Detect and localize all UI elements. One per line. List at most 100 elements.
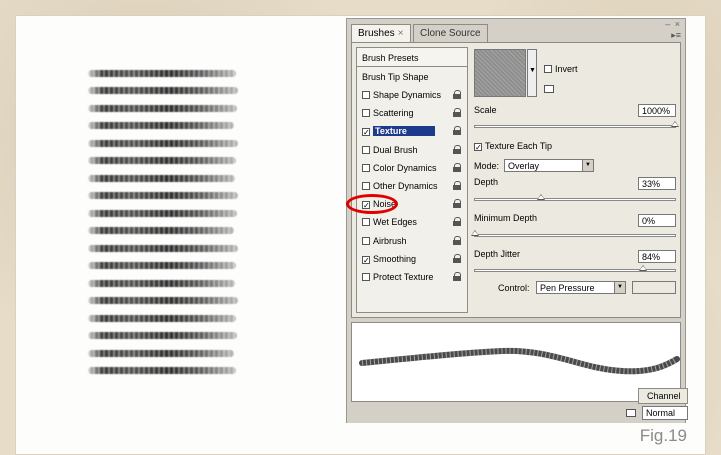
lock-icon[interactable]: [453, 126, 461, 136]
panel-menu-icon[interactable]: ▸≡: [671, 30, 681, 41]
brush-option-item[interactable]: Dual Brush: [357, 142, 467, 160]
invert-label: Invert: [555, 64, 578, 74]
lock-icon[interactable]: [453, 108, 461, 118]
depth-jitter-value-field[interactable]: 84%: [638, 250, 676, 263]
option-checkbox[interactable]: [362, 91, 370, 99]
invert-checkbox[interactable]: Invert: [544, 64, 578, 74]
lock-icon[interactable]: [453, 271, 461, 281]
option-checkbox[interactable]: [362, 163, 370, 172]
texture-each-tip-checkbox[interactable]: ✓ Texture Each Tip: [474, 141, 552, 152]
brush-option-item[interactable]: Shape Dynamics: [357, 87, 467, 105]
invert-check-box[interactable]: [544, 65, 552, 73]
tab-clone-source[interactable]: Clone Source: [413, 24, 488, 42]
panel-titlebar: Brushes × Clone Source – × ▸≡: [347, 19, 685, 43]
minimum-depth-value-field[interactable]: 0%: [638, 214, 676, 227]
option-checkbox[interactable]: [362, 218, 370, 227]
brush-stroke: [88, 245, 238, 252]
lock-icon[interactable]: [453, 90, 461, 99]
brush-stroke: [88, 70, 236, 77]
noise-highlight-circle: [346, 194, 398, 214]
lock-icon[interactable]: [453, 235, 461, 245]
mode-value: Overlay: [508, 161, 540, 171]
pattern-picker-dropdown[interactable]: ▼: [527, 49, 537, 97]
minimum-depth-slider-thumb[interactable]: [471, 230, 479, 236]
brush-tip-shape-label: Brush Tip Shape: [362, 72, 429, 82]
scale-value-field[interactable]: 1000%: [638, 104, 676, 117]
brush-stroke: [88, 105, 237, 112]
panel-content: Brush Presets Brush Tip Shape Shape Dyna…: [351, 42, 681, 318]
brush-option-item[interactable]: Airbrush: [357, 233, 467, 251]
texture-each-tip-check-box[interactable]: ✓: [474, 143, 482, 152]
brush-options-list: Brush Presets Brush Tip Shape Shape Dyna…: [356, 47, 468, 313]
brush-option-item[interactable]: Color Dynamics: [357, 160, 467, 178]
option-label: Other Dynamics: [373, 180, 438, 191]
window-controls[interactable]: – ×: [665, 19, 681, 29]
option-checkbox[interactable]: ✓: [362, 255, 370, 264]
brush-presets-button[interactable]: Brush Presets: [357, 48, 467, 67]
tab-brushes[interactable]: Brushes ×: [351, 24, 411, 42]
option-checkbox[interactable]: [362, 272, 370, 281]
brush-stroke: [88, 122, 234, 129]
brush-stroke-samples: [88, 70, 238, 380]
chevron-down-icon: ▼: [582, 160, 593, 171]
brush-stroke: [88, 227, 234, 234]
tab-channels[interactable]: Channel: [638, 388, 688, 404]
scale-slider[interactable]: [474, 121, 679, 128]
brush-stroke: [88, 262, 236, 269]
tab-close-icon[interactable]: ×: [398, 28, 404, 39]
brush-stroke: [88, 297, 238, 304]
depth-jitter-slider[interactable]: [474, 265, 676, 272]
depth-slider-thumb[interactable]: [537, 194, 545, 200]
brush-stroke: [88, 367, 236, 374]
option-label: Texture: [373, 126, 435, 137]
depth-jitter-slider-thumb[interactable]: [639, 265, 647, 271]
texture-pattern-swatch[interactable]: [474, 49, 526, 97]
brush-stroke: [88, 210, 237, 217]
depth-value-field[interactable]: 33%: [638, 177, 676, 190]
lock-icon[interactable]: [453, 199, 461, 209]
texture-settings: ▼ Invert Scale 1000% ✓ Texture Each Tip M…: [471, 47, 679, 313]
option-label: Scattering: [373, 108, 414, 119]
brush-option-item[interactable]: ✓ Texture: [357, 123, 467, 141]
depth-slider[interactable]: [474, 194, 676, 201]
brush-option-item[interactable]: Scattering: [357, 105, 467, 123]
scale-slider-thumb[interactable]: [671, 121, 679, 127]
brush-option-item[interactable]: Protect Texture: [357, 269, 467, 287]
brush-option-item[interactable]: ✓ Smoothing: [357, 251, 467, 269]
mode-select[interactable]: Overlay ▼: [504, 159, 594, 172]
brush-option-items: Shape Dynamics Scattering ✓ Texture Dual Bru…: [357, 87, 467, 287]
brush-option-item[interactable]: Wet Edges: [357, 214, 467, 232]
option-label: Color Dynamics: [373, 162, 437, 173]
option-checkbox[interactable]: [362, 145, 370, 154]
new-preset-icon[interactable]: [544, 85, 554, 93]
option-label: Shape Dynamics: [373, 90, 442, 100]
brush-stroke: [88, 350, 234, 357]
lock-icon[interactable]: [453, 180, 461, 190]
option-checkbox[interactable]: ✓: [362, 128, 370, 137]
brush-stroke: [88, 157, 236, 164]
control-value: Pen Pressure: [540, 283, 595, 293]
brushes-panel: Brushes × Clone Source – × ▸≡ Brush Prese…: [346, 18, 686, 423]
control-select[interactable]: Pen Pressure ▼: [536, 281, 626, 294]
minimum-depth-slider[interactable]: [471, 230, 676, 237]
brush-stroke: [88, 315, 236, 322]
option-checkbox[interactable]: [362, 181, 370, 190]
panel-bottom-bar: [347, 405, 685, 423]
create-new-brush-icon[interactable]: [626, 409, 636, 417]
option-checkbox[interactable]: [362, 109, 370, 118]
brush-tip-shape-item[interactable]: Brush Tip Shape: [357, 67, 467, 87]
figure-caption: Fig.19: [639, 426, 687, 445]
blend-mode-select[interactable]: Normal: [642, 406, 688, 420]
brush-stroke: [88, 332, 237, 339]
brush-stroke: [88, 175, 235, 182]
chevron-down-icon: ▼: [614, 282, 625, 293]
lock-icon[interactable]: [453, 162, 461, 172]
option-label: Smoothing: [373, 253, 417, 264]
lock-icon[interactable]: [453, 144, 461, 154]
option-checkbox[interactable]: [362, 236, 370, 245]
lock-icon[interactable]: [453, 217, 461, 227]
option-label: Airbrush: [373, 235, 407, 246]
brush-stroke: [88, 140, 238, 147]
lock-icon[interactable]: [453, 253, 461, 263]
mode-label: Mode:: [474, 161, 500, 171]
